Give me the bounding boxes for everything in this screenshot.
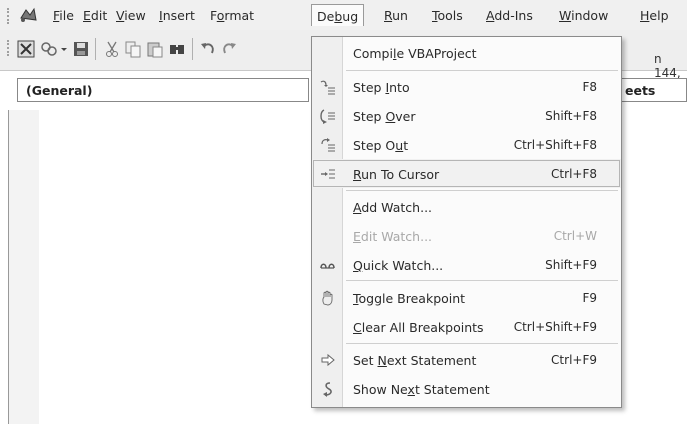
step-out-icon [321, 138, 335, 152]
menu-item-set-next-statement[interactable]: Set Next Statement Ctrl+F9 [312, 345, 621, 374]
menu-item-edit-watch[interactable]: Edit Watch... Ctrl+W [312, 221, 621, 250]
menu-insert[interactable]: Insert [159, 8, 195, 23]
menu-item-clear-all-breakpoints[interactable]: Clear All Breakpoints Ctrl+Shift+F9 [312, 312, 621, 341]
shortcut: Ctrl+F9 [551, 353, 597, 367]
menu-item-quick-watch[interactable]: Quick Watch... Shift+F9 [312, 250, 621, 279]
quick-watch-icon [320, 263, 335, 269]
step-into-icon [320, 80, 335, 95]
menu-view[interactable]: View [116, 8, 146, 23]
menu-debug[interactable]: Debug [311, 4, 365, 26]
menu-item-show-next-statement[interactable]: Show Next Statement [312, 374, 621, 403]
insert-module-icon[interactable] [40, 40, 58, 58]
vba-app-icon[interactable] [18, 6, 38, 24]
menu-edit[interactable]: Edit [83, 8, 107, 23]
editor-margin-indicator[interactable] [8, 110, 40, 424]
undo-icon[interactable] [199, 40, 217, 58]
menu-item-step-out[interactable]: Step Out Ctrl+Shift+F8 [312, 130, 621, 159]
breakpoint-hand-icon [322, 290, 333, 306]
menu-file[interactable]: File [53, 8, 74, 23]
menu-separator [346, 70, 618, 71]
shortcut: Ctrl+W [553, 229, 597, 243]
menu-help[interactable]: Help [640, 8, 669, 23]
find-icon[interactable] [168, 40, 186, 58]
procedure-combo[interactable]: eets [612, 78, 687, 102]
menu-bar: File Edit View Insert Format Debug Run T… [0, 0, 687, 30]
save-icon[interactable] [72, 40, 90, 58]
shortcut: Ctrl+Shift+F9 [513, 320, 597, 334]
menu-separator [346, 190, 618, 191]
menu-item-compile[interactable]: Compile VBAProject [312, 38, 621, 67]
menu-separator [346, 343, 618, 344]
copy-icon[interactable] [124, 40, 142, 58]
menu-item-toggle-breakpoint[interactable]: Toggle Breakpoint F9 [312, 283, 621, 312]
shortcut: Ctrl+Shift+F8 [513, 138, 597, 152]
chevron-down-icon[interactable] [60, 40, 68, 58]
menubar-grip[interactable] [7, 8, 11, 24]
shortcut: Ctrl+F8 [551, 167, 597, 181]
set-next-arrow-icon [321, 353, 335, 367]
menu-item-add-watch[interactable]: Add Watch... [312, 192, 621, 221]
toolbar-separator [192, 38, 193, 60]
step-over-icon [320, 109, 335, 124]
menu-run[interactable]: Run [384, 8, 408, 23]
redo-icon[interactable] [220, 40, 238, 58]
toolbar-grip[interactable] [7, 40, 11, 56]
paste-icon[interactable] [146, 40, 164, 58]
menu-tools[interactable]: Tools [432, 8, 463, 23]
show-next-icon [323, 382, 332, 397]
menu-window[interactable]: Window [559, 8, 608, 23]
run-to-cursor-icon [321, 169, 335, 179]
menu-add-ins[interactable]: Add-Ins [486, 8, 533, 23]
cut-icon[interactable] [103, 40, 121, 58]
menu-item-step-into[interactable]: Step Into F8 [312, 72, 621, 101]
debug-menu: Compile VBAProject Step Into F8 Step Ove… [311, 36, 622, 408]
menu-item-step-over[interactable]: Step Over Shift+F8 [312, 101, 621, 130]
object-combo[interactable]: (General) [17, 78, 309, 102]
shortcut: F9 [582, 291, 597, 305]
shortcut: Shift+F9 [545, 258, 597, 272]
menu-item-run-to-cursor[interactable]: Run To Cursor Ctrl+F8 [312, 159, 621, 188]
shortcut: Shift+F8 [545, 109, 597, 123]
toolbar-separator [95, 38, 96, 60]
menu-separator [346, 280, 618, 281]
menu-format[interactable]: Format [210, 8, 254, 23]
view-excel-icon[interactable] [17, 40, 35, 58]
shortcut: F8 [582, 80, 597, 94]
